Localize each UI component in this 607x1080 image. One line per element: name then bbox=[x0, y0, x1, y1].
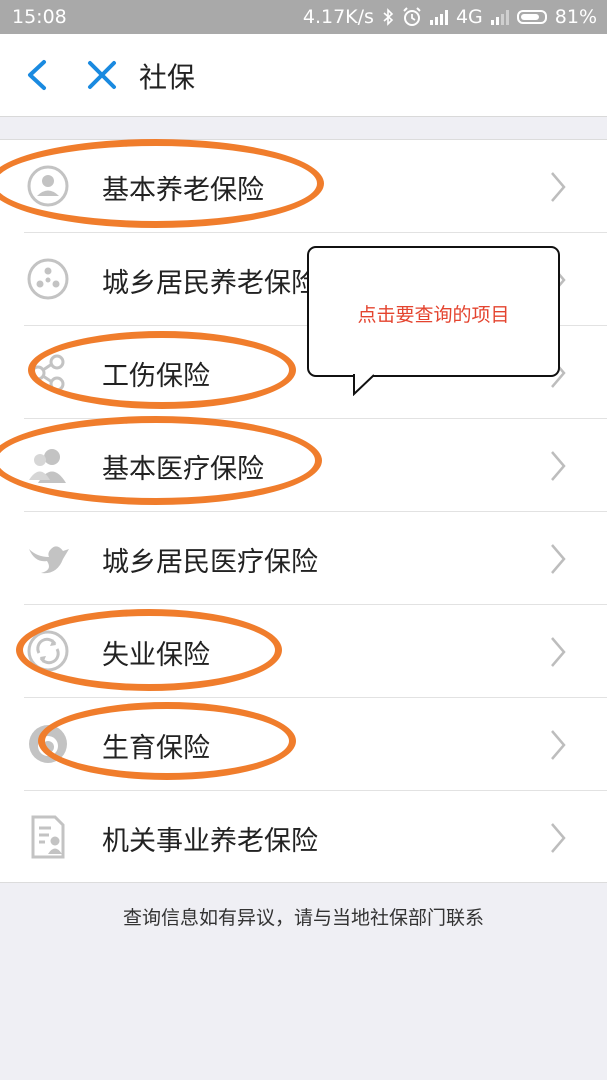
nav-bar: 社保 bbox=[0, 34, 607, 117]
chevron-right-icon bbox=[551, 544, 566, 574]
close-icon[interactable] bbox=[84, 56, 120, 94]
chevron-right-icon bbox=[551, 637, 566, 667]
list-item-label: 生育保险 bbox=[102, 733, 210, 764]
tooltip-callout: 点击要查询的项目 bbox=[307, 246, 560, 377]
list-item-resident-medical[interactable]: 城乡居民医疗保险 bbox=[0, 512, 607, 605]
chevron-right-icon bbox=[551, 823, 566, 853]
list-item-label: 城乡居民养老保险 bbox=[102, 268, 318, 299]
refresh-circle-icon bbox=[27, 630, 69, 672]
chevron-left-icon[interactable] bbox=[22, 56, 54, 94]
list-item-label: 失业保险 bbox=[102, 640, 210, 671]
share-icon bbox=[30, 354, 65, 392]
page-title: 社保 bbox=[139, 61, 196, 94]
list-item-maternity[interactable]: 生育保险 bbox=[0, 698, 607, 791]
network-type: 4G bbox=[455, 6, 483, 28]
status-right: 4.17K/s 4G 81% bbox=[303, 6, 597, 28]
network-speed: 4.17K/s bbox=[302, 6, 374, 28]
list-item-government-pension[interactable]: 机关事业养老保险 bbox=[0, 791, 607, 884]
list-item-label: 机关事业养老保险 bbox=[102, 826, 318, 857]
baby-circle-icon bbox=[29, 725, 67, 763]
document-person-icon bbox=[31, 815, 65, 859]
nodes-circle-icon bbox=[27, 258, 69, 300]
signal-bars-2-icon bbox=[490, 9, 509, 25]
battery-icon bbox=[516, 10, 547, 24]
list-item-unemployment[interactable]: 失业保险 bbox=[0, 605, 607, 698]
footer-note: 查询信息如有异议，请与当地社保部门联系 bbox=[122, 907, 484, 929]
chevron-right-icon bbox=[551, 172, 566, 202]
list-item-label: 基本养老保险 bbox=[102, 175, 264, 206]
status-time: 15:08 bbox=[12, 6, 67, 28]
list-item-basic-pension[interactable]: 基本养老保险 bbox=[0, 140, 607, 233]
tooltip-text: 点击要查询的项目 bbox=[357, 304, 510, 326]
status-bar: 15:08 4.17K/s 4G 81% bbox=[0, 0, 607, 34]
list-item-label: 基本医疗保险 bbox=[102, 454, 264, 485]
person-circle-icon bbox=[27, 165, 69, 207]
list-item-label: 城乡居民医疗保险 bbox=[102, 547, 318, 578]
bluetooth-icon bbox=[383, 8, 394, 26]
chevron-right-icon bbox=[551, 730, 566, 760]
chevron-right-icon bbox=[551, 451, 566, 481]
tooltip-tail bbox=[350, 374, 382, 396]
list-item-label: 工伤保险 bbox=[102, 361, 210, 392]
bird-icon bbox=[29, 546, 69, 574]
alarm-icon bbox=[403, 7, 421, 26]
list-item-basic-medical[interactable]: 基本医疗保险 bbox=[0, 419, 607, 512]
signal-bars-icon bbox=[429, 9, 448, 25]
battery-percent: 81% bbox=[554, 6, 597, 28]
people-icon bbox=[29, 449, 66, 483]
